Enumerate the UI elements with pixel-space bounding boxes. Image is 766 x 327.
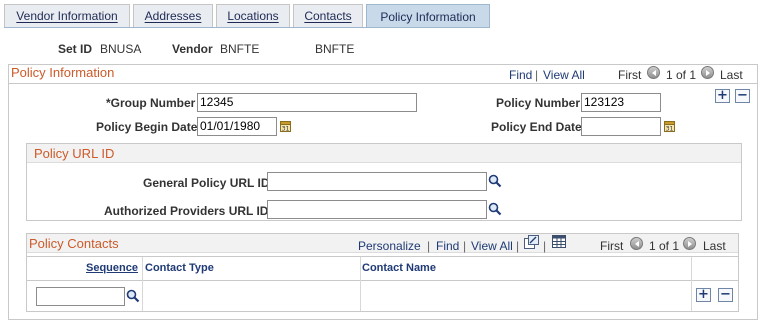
grid-column-line — [691, 257, 692, 311]
policy-last-label: Last — [720, 68, 743, 82]
nav-separator: | — [427, 239, 431, 253]
policy-previous-button[interactable] — [647, 66, 660, 79]
contacts-last-label: Last — [703, 239, 726, 253]
grid-divider — [27, 280, 738, 281]
svg-text:31: 31 — [282, 126, 290, 133]
general-policy-url-field[interactable] — [267, 172, 487, 191]
personalize-link[interactable]: Personalize — [358, 239, 421, 253]
nav-separator: | — [463, 239, 467, 253]
tab-policy-information[interactable]: Policy Information — [366, 4, 490, 28]
column-header-contact-type: Contact Type — [145, 262, 214, 274]
policy-add-button[interactable]: + — [715, 89, 730, 103]
nav-separator: | — [516, 239, 520, 253]
policy-delete-button[interactable]: − — [735, 89, 750, 103]
tab-underline — [4, 27, 490, 28]
search-icon[interactable] — [126, 289, 140, 303]
end-date-label: Policy End Date — [491, 120, 582, 134]
contacts-find-link[interactable]: Find — [436, 239, 459, 253]
policy-next-button[interactable] — [701, 66, 714, 79]
policy-url-title: Policy URL ID — [34, 146, 115, 161]
setid-label: Set ID — [58, 42, 93, 56]
group-number-field[interactable]: 12345 — [197, 93, 417, 112]
calendar-icon[interactable]: 31 — [664, 120, 675, 132]
grid-column-line — [360, 257, 361, 311]
grid-divider — [27, 256, 738, 257]
policy-contacts-title: Policy Contacts — [29, 236, 119, 251]
general-policy-url-label: General Policy URL ID — [143, 176, 270, 190]
tab-vendor-information[interactable]: Vendor Information — [4, 4, 130, 27]
search-icon[interactable] — [488, 174, 502, 188]
contacts-range: 1 of 1 — [649, 239, 680, 253]
svg-text:31: 31 — [666, 126, 674, 133]
nav-separator: | — [535, 68, 539, 82]
arrow-left-icon — [651, 69, 656, 76]
vendor-value: BNFTE — [220, 42, 260, 56]
authorized-providers-url-label: Authorized Providers URL ID — [104, 204, 269, 218]
vendor-label: Vendor — [172, 42, 213, 56]
contacts-first-label: First — [600, 239, 624, 253]
vendor-name: BNFTE — [315, 42, 355, 56]
authorized-providers-url-field[interactable] — [267, 200, 487, 219]
contact-delete-row-button[interactable]: − — [718, 288, 733, 302]
policy-find-link[interactable]: Find — [509, 68, 532, 82]
begin-date-field[interactable]: 01/01/1980 — [197, 117, 277, 136]
policy-number-field[interactable]: 123123 — [581, 93, 661, 112]
tab-locations[interactable]: Locations — [216, 4, 290, 27]
minus-icon: − — [720, 287, 731, 302]
grid-column-line — [142, 257, 143, 311]
minus-icon: − — [737, 88, 748, 103]
search-icon[interactable] — [488, 202, 502, 216]
policy-information-title: Policy Information — [11, 65, 115, 80]
new-window-icon[interactable] — [524, 235, 539, 249]
arrow-right-icon — [687, 240, 692, 247]
policy-view-all-link[interactable]: View All — [543, 68, 585, 82]
column-header-sequence[interactable]: Sequence — [86, 262, 138, 274]
policy-first-label: First — [618, 68, 642, 82]
plus-icon: + — [698, 287, 709, 302]
plus-icon: + — [717, 88, 728, 103]
policy-range: 1 of 1 — [666, 68, 697, 82]
calendar-icon[interactable]: 31 — [280, 120, 291, 132]
nav-separator: | — [543, 239, 547, 253]
download-spreadsheet-icon[interactable] — [552, 235, 566, 248]
setid-value: BNUSA — [100, 42, 142, 56]
policy-information-header — [9, 65, 757, 84]
group-number-label: *Group Number — [106, 96, 196, 110]
contacts-view-all-link[interactable]: View All — [471, 239, 513, 253]
sequence-field[interactable] — [36, 287, 125, 306]
column-header-contact-name: Contact Name — [362, 262, 436, 274]
begin-date-label: Policy Begin Date — [96, 120, 198, 134]
contacts-previous-button[interactable] — [630, 237, 643, 250]
policy-number-label: Policy Number — [496, 96, 581, 110]
arrow-right-icon — [705, 69, 710, 76]
contacts-next-button[interactable] — [683, 237, 696, 250]
tab-contacts[interactable]: Contacts — [293, 4, 363, 27]
policy-url-header — [27, 144, 741, 163]
tab-addresses[interactable]: Addresses — [133, 4, 213, 27]
contact-add-row-button[interactable]: + — [696, 288, 711, 302]
end-date-field[interactable] — [581, 117, 661, 136]
arrow-left-icon — [634, 240, 639, 247]
